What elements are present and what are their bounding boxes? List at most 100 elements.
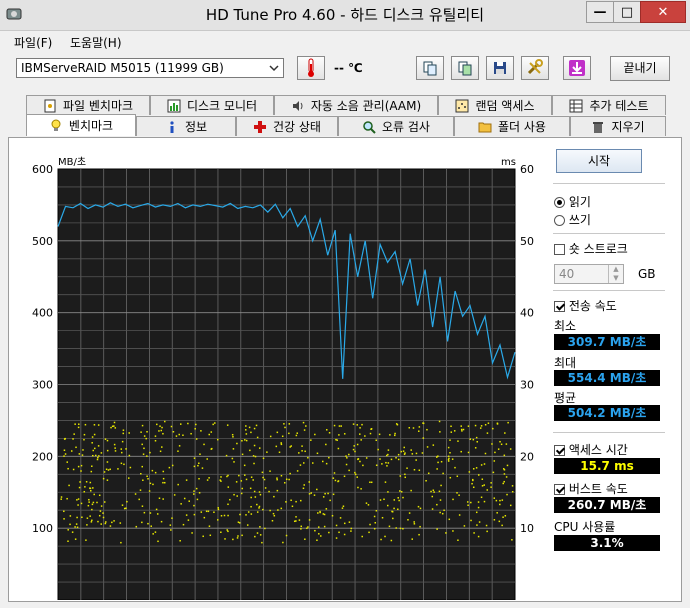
- access-time-point: [280, 443, 283, 446]
- access-time-point: [258, 505, 261, 508]
- start-button[interactable]: 시작: [556, 149, 642, 173]
- access-time-point: [460, 425, 462, 427]
- access-time-point: [310, 492, 312, 494]
- tab-extra-tests[interactable]: 추가 테스트: [552, 95, 666, 115]
- access-time-point: [146, 431, 148, 433]
- access-time-point: [81, 454, 84, 456]
- access-time-point: [171, 464, 174, 467]
- access-time-point: [400, 450, 402, 453]
- access-time-point: [107, 469, 110, 471]
- stepper-arrows-icon[interactable]: ▲ ▼: [608, 265, 623, 283]
- access-time-point: [323, 525, 326, 528]
- access-time-point: [152, 533, 154, 535]
- min-value: 309.7 MB/초: [554, 334, 660, 350]
- burst-rate-checkbox[interactable]: [554, 484, 565, 495]
- tab-info[interactable]: 정보: [136, 116, 236, 136]
- access-time-point: [438, 420, 441, 423]
- access-time-point: [437, 461, 439, 464]
- short-stroke-size-value: 40: [559, 267, 575, 281]
- access-time-point: [217, 438, 219, 441]
- transfer-rate-option[interactable]: 전송 속도: [554, 297, 617, 314]
- read-option[interactable]: 읽기: [554, 193, 591, 210]
- access-time-point: [367, 504, 370, 506]
- tab-benchmark[interactable]: 벤치마크: [26, 114, 136, 136]
- access-time-point: [334, 479, 337, 482]
- access-time-point: [348, 521, 351, 523]
- tab-aam[interactable]: 자동 소음 관리(AAM): [274, 95, 438, 115]
- access-time-checkbox[interactable]: [554, 445, 565, 456]
- read-radio[interactable]: [554, 197, 565, 208]
- access-time-point: [387, 504, 389, 507]
- access-time-point: [502, 482, 504, 485]
- right-tick-label: 50: [520, 235, 534, 248]
- tab-health[interactable]: 건강 상태: [236, 116, 338, 136]
- tab-erase[interactable]: 지우기: [570, 116, 666, 136]
- access-time-point: [509, 504, 512, 507]
- access-time-point: [453, 430, 456, 432]
- access-time-point: [94, 447, 96, 450]
- access-time-point: [356, 443, 359, 446]
- tab-folder-usage[interactable]: 폴더 사용: [454, 116, 570, 136]
- access-time-point: [91, 508, 93, 511]
- transfer-rate-checkbox[interactable]: [554, 301, 565, 312]
- access-time-point: [250, 496, 252, 499]
- access-time-point: [84, 486, 86, 488]
- access-time-point: [111, 521, 113, 524]
- access-time-point: [277, 509, 279, 511]
- tab-label: 디스크 모니터: [186, 99, 258, 113]
- tab-error-scan[interactable]: 오류 검사: [338, 116, 454, 136]
- copy-screenshot-button[interactable]: [451, 56, 479, 80]
- access-time-point: [262, 476, 264, 479]
- access-time-point: [280, 442, 282, 444]
- write-radio[interactable]: [554, 215, 565, 226]
- menu-file[interactable]: 파일(F): [14, 34, 52, 51]
- drive-select[interactable]: IBMServeRAID M5015 (11999 GB): [16, 58, 284, 78]
- access-time-point: [93, 424, 96, 426]
- access-time-point: [104, 438, 107, 440]
- access-time-point: [399, 475, 402, 477]
- access-time-point: [76, 516, 78, 519]
- access-time-point: [100, 452, 103, 454]
- access-time-point: [284, 426, 286, 429]
- burst-rate-option[interactable]: 버스트 속도: [554, 480, 628, 497]
- short-stroke-checkbox[interactable]: [554, 244, 565, 255]
- access-time-point: [213, 511, 215, 513]
- access-time-point: [418, 426, 421, 428]
- options-button[interactable]: [521, 56, 549, 80]
- save-button[interactable]: [486, 56, 514, 80]
- access-time-point: [199, 453, 201, 455]
- access-time-option[interactable]: 액세스 시간: [554, 441, 628, 458]
- access-time-point: [386, 465, 388, 467]
- close-button[interactable]: ✕: [640, 1, 686, 23]
- short-stroke-size-stepper[interactable]: 40 ▲ ▼: [554, 264, 624, 284]
- tab-random-access[interactable]: 랜덤 액세스: [438, 95, 552, 115]
- trash-can-icon: [593, 121, 604, 133]
- access-time-point: [94, 454, 97, 457]
- access-time-point: [86, 517, 89, 519]
- menu-help[interactable]: 도움말(H): [70, 34, 122, 51]
- write-option[interactable]: 쓰기: [554, 211, 591, 228]
- access-time-point: [399, 490, 401, 492]
- access-time-point: [318, 533, 320, 535]
- access-time-point: [73, 433, 75, 435]
- copy-text-button[interactable]: [416, 56, 444, 80]
- right-tick-label: 30: [520, 379, 534, 392]
- tab-file-benchmark[interactable]: 파일 벤치마크: [26, 95, 150, 115]
- tab-disk-monitor[interactable]: 디스크 모니터: [150, 95, 274, 115]
- access-time-point: [177, 450, 179, 452]
- access-time-point: [443, 509, 445, 512]
- table-grid-icon: [569, 99, 583, 112]
- maximize-button[interactable]: □: [613, 1, 641, 23]
- access-time-point: [391, 511, 394, 513]
- access-time-point: [173, 494, 176, 496]
- temperature-button[interactable]: [297, 56, 325, 80]
- access-time-point: [140, 431, 142, 433]
- exit-button[interactable]: 끝내기: [610, 56, 670, 81]
- minimize-button[interactable]: —: [586, 1, 614, 23]
- access-time-point: [439, 431, 441, 433]
- access-time-point: [72, 438, 74, 440]
- short-stroke-option[interactable]: 숏 스트로크: [554, 240, 628, 257]
- access-time-point: [461, 430, 463, 432]
- access-time-point: [182, 434, 184, 436]
- download-update-button[interactable]: [563, 56, 591, 80]
